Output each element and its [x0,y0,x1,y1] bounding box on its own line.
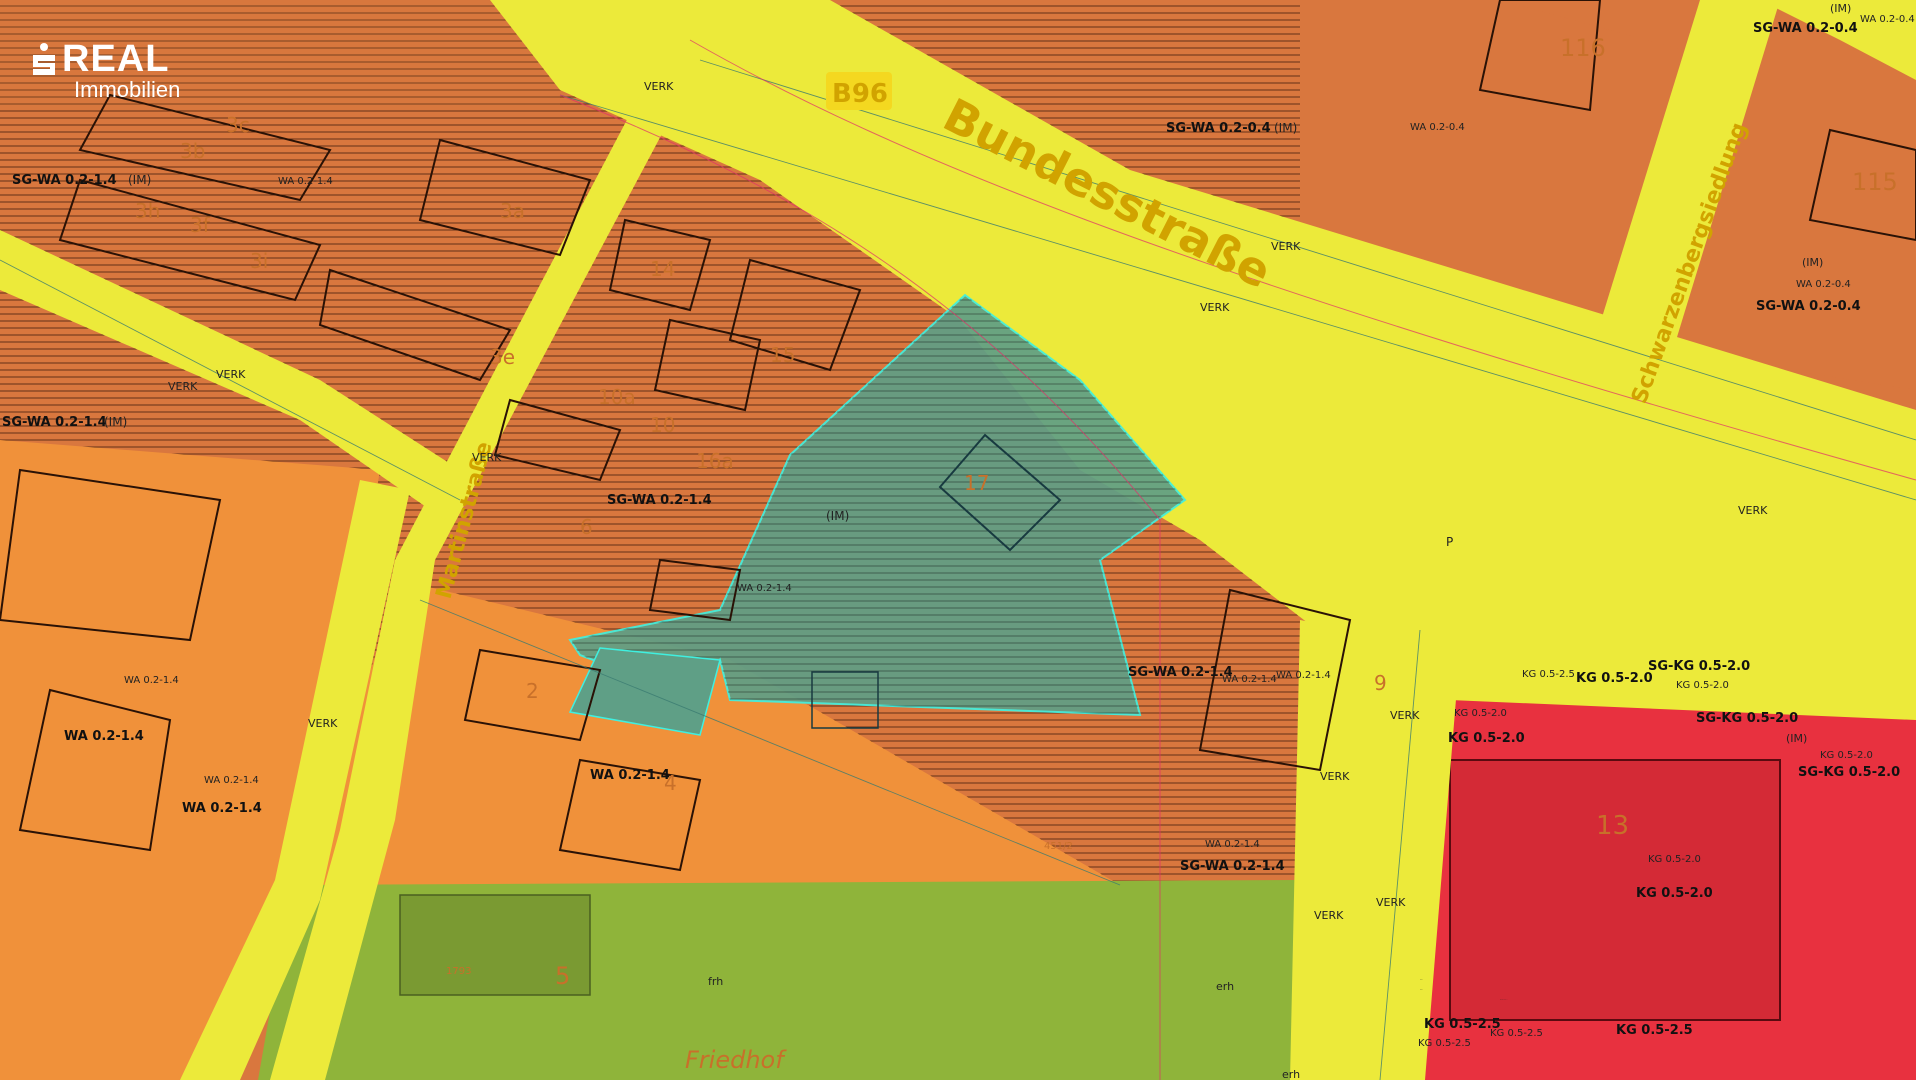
zone-label: KG 0.5-2.5 [1418,1038,1471,1049]
house-number: 6 [580,515,593,539]
misc-label: erh [1216,980,1234,993]
zone-label: SG-WA 0.2-0.4 [1753,21,1858,36]
zone-label: (IM) [1830,2,1851,15]
brand-tagline: Immobilien [74,77,181,102]
zone-label: (IM) [128,173,151,187]
house-number: 16a [696,449,734,473]
zone-label: SG-WA 0.2-1.4 [12,173,117,188]
zone-label: WA 0.2-1.4 [124,675,179,686]
zone-label: KG 0.5-2.0 [1454,708,1507,719]
sparkasse-s-icon [33,42,55,75]
zone-label: KG 0.5-2.0 [1448,731,1525,746]
verk-label: VERK [1420,989,1423,991]
zone-label: KG 0.5-2.0 [1576,671,1653,686]
house-number: 10a [598,385,636,409]
misc-label: 451/2 [1044,841,1073,852]
zone-label: (IM) [1274,121,1297,135]
verk-label: VERK [1420,979,1423,981]
house-number: 10 [650,413,675,437]
house-number: 3b [180,139,205,163]
zone-label: (IM) [1802,256,1823,269]
zone-label: KG 0.5-2.5 [1616,1023,1693,1038]
house-number: 4 [664,771,677,795]
verk-label: VERK [1271,240,1301,253]
zone-label: SG-KG 0.5-2.0 [1648,659,1750,674]
house-number: 3f [190,213,211,237]
verk-label: VERK [216,368,246,381]
zone-label: WA 0.2-1.4 [590,768,670,783]
zone-label: WA 0.2-1.4 [204,775,259,786]
zone-label: WA 0.2-1.4 [1276,670,1331,681]
zone-label: KG 0.5-2.0 [1820,750,1873,761]
misc-label: erh [1282,1068,1300,1080]
brand-logo: REAL Immobilien [30,38,180,103]
brand-name: REAL [62,38,170,80]
road-badge-b96-text: B96 [832,79,888,109]
house-number: 3c [226,113,250,137]
verk-label: VERK [1376,896,1406,909]
zone-label: WA 0.2-1.4 [737,583,792,594]
zone-label: SG-WA 0.2-1.4 [607,493,712,508]
house-number: 3a [500,199,525,223]
label-friedhof: Friedhof [685,1046,787,1074]
verk-label: VERK [1738,504,1768,517]
zone-label: SG-WA 0.2-1.4 [2,415,107,430]
verk-label: VERK [168,380,198,393]
zone-label: KG 0.5-2.0 [1648,854,1701,865]
house-number: 3i [250,249,268,273]
zone-label: WA 0.2-0.4 [1796,279,1851,290]
building-13 [1449,759,1781,1021]
zone-label: (IM) [104,415,127,429]
verk-label: VERK [472,451,502,464]
house-number: 3e [490,345,515,369]
zone-label: KG 0.5-2.0 [1676,680,1729,691]
verk-label: VERK [1314,909,1344,922]
zone-label: (IM) [826,509,849,523]
zone-label: KG 0.5-2.5 [1490,1028,1543,1039]
house-number: 14 [650,257,675,281]
zone-label: SG-WA 0.2-1.4 [1128,665,1233,680]
verk-label: VERK [1320,770,1350,783]
zone-label: WA 0.2-0.4 [1860,14,1915,25]
verk-label: VERK [308,717,338,730]
verk-label: VERK [1200,301,1230,314]
zone-label: WA 0.2-1.4 [1222,674,1277,685]
zone-label: (IM) [1786,732,1807,745]
zone-label: SG-KG 0.5-2.0 [1696,711,1798,726]
house-number: 5 [555,962,570,990]
parking-label: P [1446,535,1453,549]
verk-label: VERK [1390,709,1420,722]
misc-label: frh [708,975,723,988]
house-number: 2 [526,679,539,703]
misc-label: 1793 [446,966,471,977]
house-number: 15 [770,343,795,367]
house-number: 13 [1596,811,1629,841]
zoning-map[interactable]: B96 Bundesstraße Schwarzenbergsiedlung M… [0,0,1916,1080]
zone-label: KG 0.5-2.5 [1522,669,1575,680]
zone-label: SG-WA 0.2-1.4 [1180,859,1285,874]
zone-label: SG-WA 0.2-0.4 [1756,299,1861,314]
zone-label: WA 0.2-0.4 [1410,122,1465,133]
zone-label: WA 0.2-1.4 [182,801,262,816]
house-number: 116 [1560,34,1606,62]
house-number: 17 [964,471,989,495]
house-number: 3h [135,199,160,223]
zone-label: WA 0.2-1.4 [64,729,144,744]
zone-label: SG-KG 0.5-2.0 [1798,765,1900,780]
verk-label: VERK [644,80,674,93]
zone-label: WA 0.2-1.4 [1205,839,1260,850]
zone-label: SG-WA 0.2-0.4 [1166,121,1271,136]
zone-label: KG 0.5-2.0 [1636,886,1713,901]
zone-label: WA 0.2-1.4 [278,176,333,187]
house-number: 9 [1374,671,1387,695]
house-number: 115 [1852,168,1898,196]
